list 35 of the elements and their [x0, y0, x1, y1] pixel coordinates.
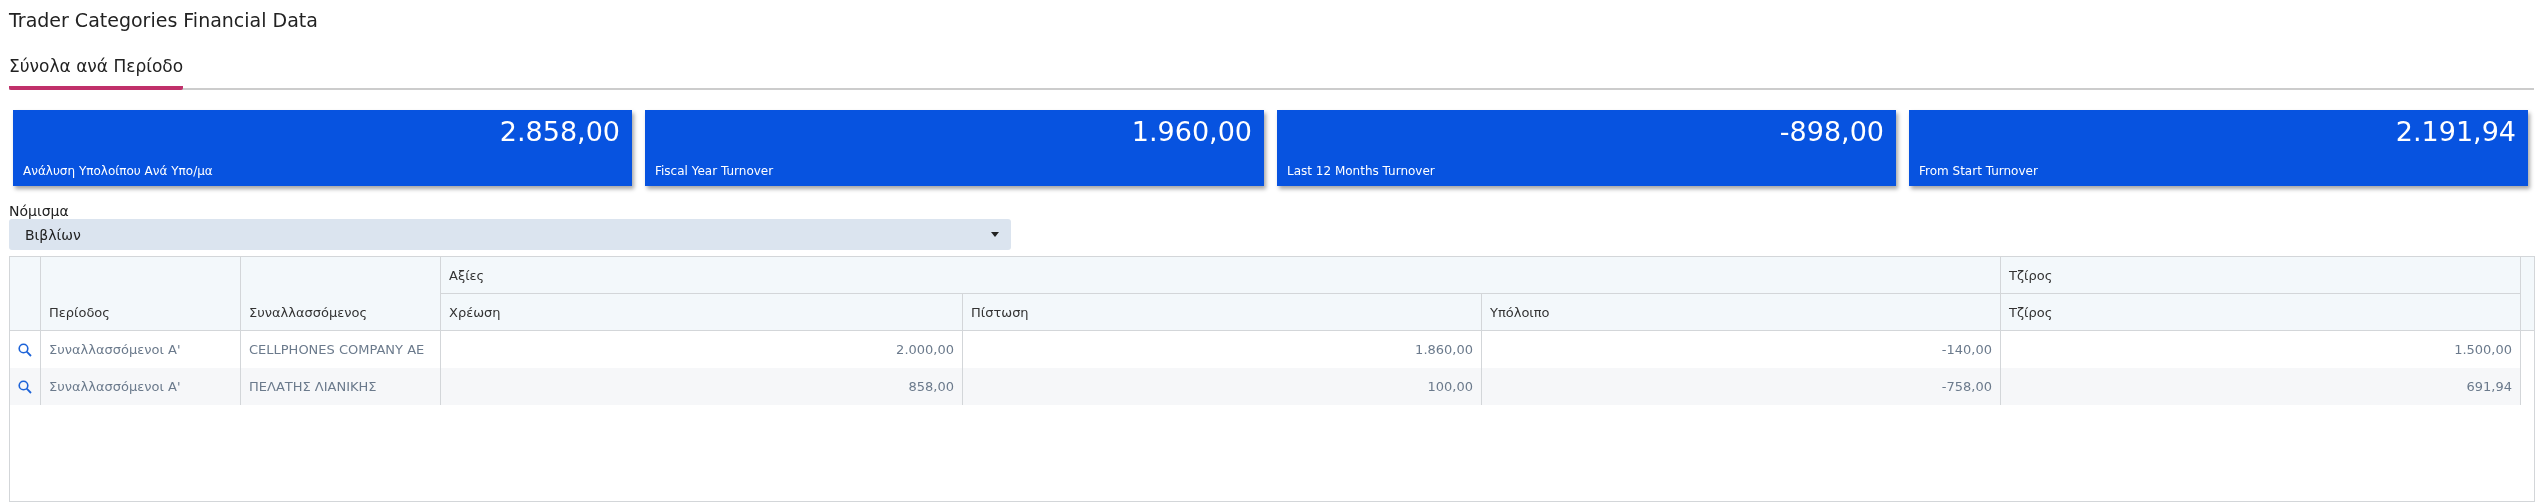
- card-value: 1.960,00: [1131, 116, 1252, 147]
- page-title: Trader Categories Financial Data: [9, 8, 319, 33]
- column-header: Χρέωση: [440, 293, 963, 331]
- search-icon[interactable]: [18, 343, 32, 358]
- table-cell: -758,00: [1481, 368, 2001, 405]
- field-label: Νόμισμα: [9, 203, 70, 219]
- table-cell: Συναλλασσόμενοι Α': [40, 330, 241, 368]
- table-cell: -140,00: [1481, 330, 2001, 368]
- card-value: -898,00: [1779, 116, 1884, 147]
- column-group-header: Αξίες: [440, 256, 2001, 294]
- column-header: Πίστωση: [962, 293, 1482, 331]
- table-cell: 100,00: [962, 368, 1482, 405]
- tab[interactable]: Σύνολα ανά Περίοδο: [9, 56, 184, 90]
- table-cell: 1.860,00: [962, 330, 1482, 368]
- table-cell: Συναλλασσόμενοι Α': [40, 368, 241, 405]
- column-header: Τζίρος: [2000, 293, 2521, 331]
- card-label: Fiscal Year Turnover: [655, 164, 775, 178]
- caret-icon: [991, 232, 999, 237]
- card-label: From Start Turnover: [1919, 164, 2039, 178]
- card-label: Last 12 Months Turnover: [1287, 164, 1436, 178]
- table-cell: ΠΕΛΑΤΗΣ ΛΙΑΝΙΚΗΣ: [240, 368, 441, 405]
- table-cell: 1.500,00: [2000, 330, 2521, 368]
- search-icon[interactable]: [18, 380, 32, 395]
- table-cell: CELLPHONES COMPANY AE: [240, 330, 441, 368]
- currency-select[interactable]: Βιβλίων: [9, 219, 1011, 250]
- column-header: Υπόλοιπο: [1481, 293, 2001, 331]
- table-cell: 858,00: [440, 368, 963, 405]
- column-group-header: Τζίρος: [2000, 256, 2521, 294]
- table-cell: 691,94: [2000, 368, 2521, 405]
- card-value: 2.191,94: [2395, 116, 2516, 147]
- column-header: Περίοδος: [40, 256, 241, 331]
- card-value: 2.858,00: [499, 116, 620, 147]
- table-cell: 2.000,00: [440, 330, 963, 368]
- column-header: Συναλλασσόμενος: [240, 256, 441, 331]
- card-label: Ανάλυση Υπολοίπου Ανά Υπο/μα: [23, 164, 214, 178]
